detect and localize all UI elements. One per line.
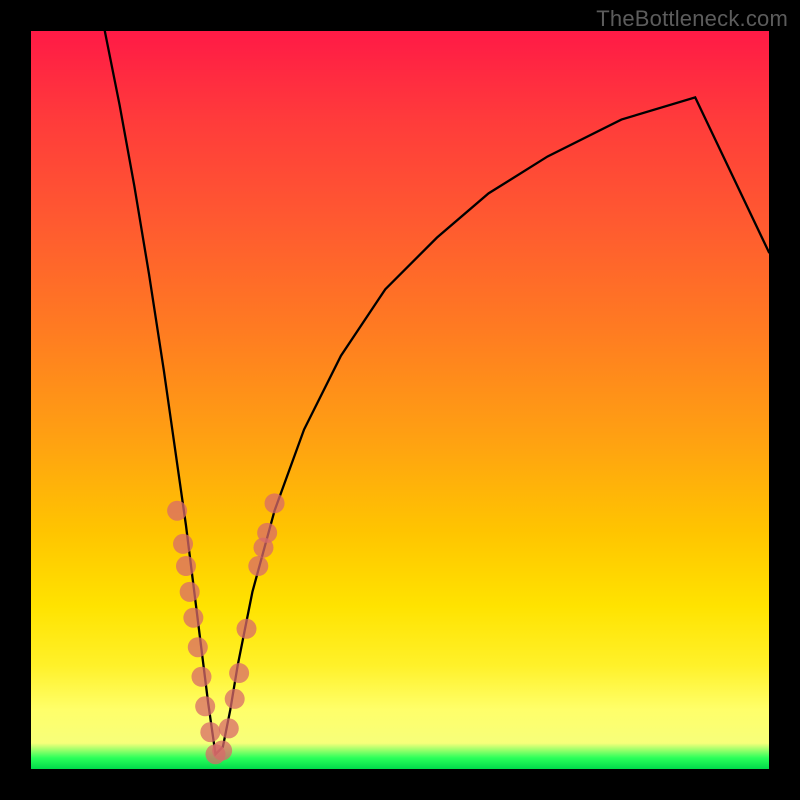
sample-dot [257, 523, 277, 543]
sample-dot [229, 663, 249, 683]
sample-dot [237, 619, 257, 639]
sample-dot [265, 493, 285, 513]
watermark-text: TheBottleneck.com [596, 6, 788, 32]
sample-dot [253, 538, 273, 558]
sample-dot [180, 582, 200, 602]
sample-dot [219, 718, 239, 738]
sample-dot [191, 667, 211, 687]
bottleneck-curve [105, 31, 769, 754]
sample-dot [167, 501, 187, 521]
sample-dot [188, 637, 208, 657]
chart-stage: TheBottleneck.com [0, 0, 800, 800]
chart-svg [31, 31, 769, 769]
sample-dot [206, 744, 226, 764]
sample-dot [176, 556, 196, 576]
sample-dot [183, 608, 203, 628]
sample-dot [225, 689, 245, 709]
sample-points [167, 493, 284, 764]
sample-dot [173, 534, 193, 554]
sample-dot [248, 556, 268, 576]
sample-dot [212, 741, 232, 761]
plot-area [31, 31, 769, 769]
sample-dot [195, 696, 215, 716]
sample-dot [200, 722, 220, 742]
